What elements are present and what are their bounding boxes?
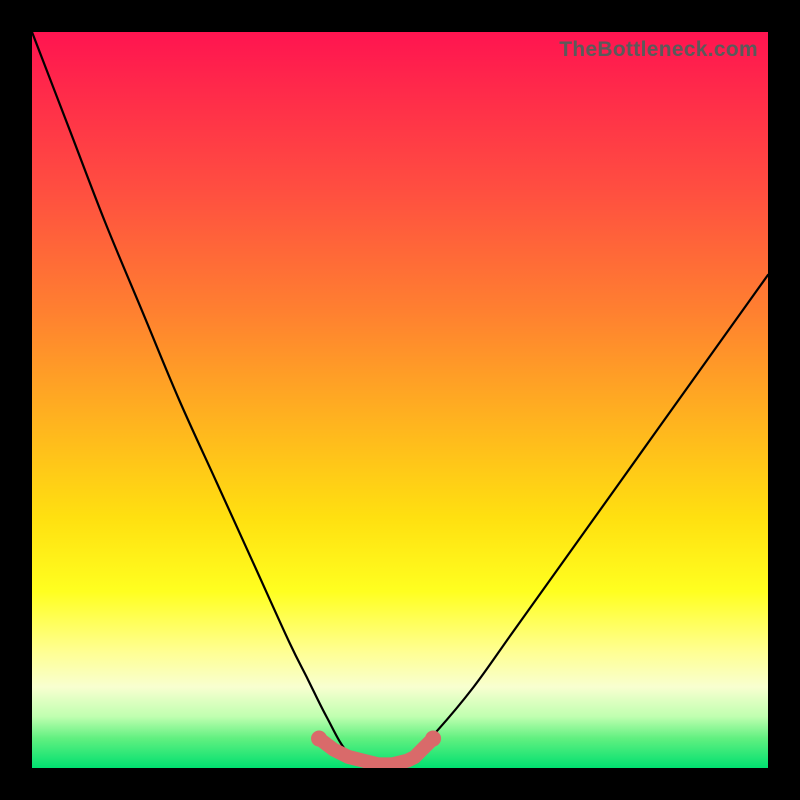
- marker-dot-right: [425, 731, 441, 747]
- marker-line: [319, 739, 433, 765]
- bottom-markers: [311, 731, 441, 765]
- chart-plot-area: TheBottleneck.com: [32, 32, 768, 768]
- marker-dot-left: [311, 731, 327, 747]
- curve-layer: [32, 32, 768, 768]
- bottleneck-curve: [32, 32, 768, 768]
- chart-frame: TheBottleneck.com: [0, 0, 800, 800]
